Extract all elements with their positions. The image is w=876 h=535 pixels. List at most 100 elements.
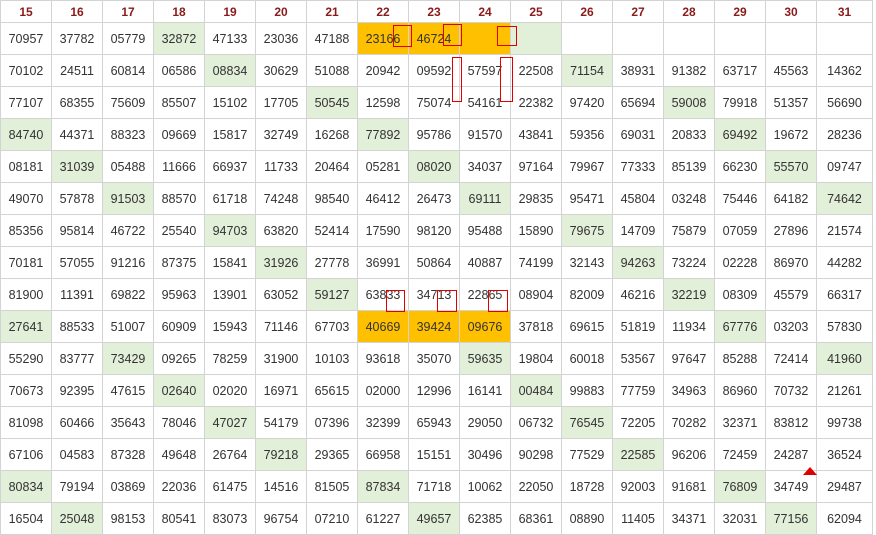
number-cell[interactable]: 88533 <box>51 310 103 343</box>
number-cell[interactable]: 39424 <box>408 310 460 343</box>
number-cell[interactable]: 85507 <box>153 86 205 119</box>
number-cell[interactable]: 98120 <box>408 214 460 247</box>
number-cell[interactable]: 20942 <box>357 54 409 87</box>
number-cell[interactable]: 38931 <box>612 54 664 87</box>
number-cell[interactable]: 30496 <box>459 438 511 471</box>
number-cell[interactable]: 56690 <box>816 86 873 119</box>
number-cell[interactable]: 79218 <box>255 438 307 471</box>
number-cell[interactable]: 91570 <box>459 118 511 151</box>
number-cell[interactable]: 20833 <box>663 118 715 151</box>
number-cell[interactable]: 65943 <box>408 406 460 439</box>
number-cell[interactable]: 19804 <box>510 342 562 375</box>
number-cell[interactable]: 02000 <box>357 374 409 407</box>
number-cell[interactable]: 24287 <box>765 438 817 471</box>
number-cell[interactable]: 94703 <box>204 214 256 247</box>
number-cell[interactable]: 32031 <box>714 502 766 535</box>
number-cell[interactable]: 51088 <box>306 54 358 87</box>
number-cell[interactable]: 52414 <box>306 214 358 247</box>
number-cell[interactable]: 47188 <box>306 22 358 55</box>
number-cell[interactable]: 45804 <box>612 182 664 215</box>
number-cell[interactable]: 82009 <box>561 278 613 311</box>
number-cell[interactable]: 76809 <box>714 470 766 503</box>
number-cell[interactable]: 51819 <box>612 310 664 343</box>
number-cell[interactable]: 08309 <box>714 278 766 311</box>
number-cell[interactable]: 75446 <box>714 182 766 215</box>
number-cell[interactable]: 57878 <box>51 182 103 215</box>
number-cell[interactable]: 77529 <box>561 438 613 471</box>
number-cell[interactable]: 51357 <box>765 86 817 119</box>
number-cell[interactable]: 34963 <box>663 374 715 407</box>
number-cell[interactable]: 34713 <box>408 278 460 311</box>
number-cell[interactable]: 05488 <box>102 150 154 183</box>
number-cell[interactable]: 63833 <box>357 278 409 311</box>
number-cell[interactable]: 14362 <box>816 54 873 87</box>
number-cell[interactable]: 69822 <box>102 278 154 311</box>
number-cell[interactable]: 96754 <box>255 502 307 535</box>
number-cell[interactable]: 09669 <box>153 118 205 151</box>
number-cell[interactable]: 36524 <box>816 438 873 471</box>
number-cell[interactable]: 72205 <box>612 406 664 439</box>
number-cell[interactable]: 15151 <box>408 438 460 471</box>
number-cell[interactable]: 91503 <box>102 182 154 215</box>
number-cell[interactable]: 14516 <box>255 470 307 503</box>
number-cell[interactable]: 84740 <box>0 118 52 151</box>
number-cell[interactable]: 28236 <box>816 118 873 151</box>
number-cell[interactable]: 50545 <box>306 86 358 119</box>
number-cell[interactable]: 94263 <box>612 246 664 279</box>
number-cell[interactable]: 34037 <box>459 150 511 183</box>
number-cell[interactable]: 31926 <box>255 246 307 279</box>
number-cell[interactable]: 75609 <box>102 86 154 119</box>
number-cell[interactable]: 97164 <box>510 150 562 183</box>
number-cell[interactable]: 37782 <box>51 22 103 55</box>
number-cell[interactable]: 22050 <box>510 470 562 503</box>
number-cell[interactable]: 21574 <box>816 214 873 247</box>
number-cell[interactable]: 74642 <box>816 182 873 215</box>
number-cell[interactable]: 78259 <box>204 342 256 375</box>
number-cell[interactable]: 29050 <box>459 406 511 439</box>
number-cell[interactable]: 53567 <box>612 342 664 375</box>
number-cell[interactable]: 16971 <box>255 374 307 407</box>
number-cell[interactable]: 40887 <box>459 246 511 279</box>
number-cell[interactable]: 32371 <box>714 406 766 439</box>
number-cell[interactable]: 59356 <box>561 118 613 151</box>
number-cell[interactable]: 63820 <box>255 214 307 247</box>
number-cell[interactable]: 06732 <box>510 406 562 439</box>
number-cell[interactable]: 15102 <box>204 86 256 119</box>
number-cell[interactable]: 86970 <box>765 246 817 279</box>
number-cell[interactable]: 32143 <box>561 246 613 279</box>
number-cell[interactable]: 29835 <box>510 182 562 215</box>
number-cell[interactable]: 06586 <box>153 54 205 87</box>
number-cell[interactable]: 47027 <box>204 406 256 439</box>
number-cell[interactable]: 07396 <box>306 406 358 439</box>
number-cell[interactable]: 57055 <box>51 246 103 279</box>
number-cell[interactable]: 36991 <box>357 246 409 279</box>
number-cell[interactable]: 91216 <box>102 246 154 279</box>
number-cell[interactable]: 87834 <box>357 470 409 503</box>
number-cell[interactable]: 83777 <box>51 342 103 375</box>
number-cell[interactable]: 72414 <box>765 342 817 375</box>
number-cell[interactable]: 07059 <box>714 214 766 247</box>
number-cell[interactable]: 98153 <box>102 502 154 535</box>
number-cell[interactable]: 64182 <box>765 182 817 215</box>
number-cell[interactable]: 08904 <box>510 278 562 311</box>
number-cell[interactable]: 86960 <box>714 374 766 407</box>
number-cell[interactable]: 95471 <box>561 182 613 215</box>
number-cell[interactable]: 29487 <box>816 470 873 503</box>
number-cell[interactable]: 26473 <box>408 182 460 215</box>
number-cell[interactable] <box>663 22 715 55</box>
number-cell[interactable]: 11405 <box>612 502 664 535</box>
number-cell[interactable]: 80834 <box>0 470 52 503</box>
number-cell[interactable]: 85139 <box>663 150 715 183</box>
number-cell[interactable]: 18728 <box>561 470 613 503</box>
number-cell[interactable]: 20464 <box>306 150 358 183</box>
number-cell[interactable]: 55570 <box>765 150 817 183</box>
number-cell[interactable]: 74199 <box>510 246 562 279</box>
number-cell[interactable]: 60909 <box>153 310 205 343</box>
number-cell[interactable]: 77107 <box>0 86 52 119</box>
number-cell[interactable]: 61718 <box>204 182 256 215</box>
number-cell[interactable]: 87375 <box>153 246 205 279</box>
number-cell[interactable]: 10062 <box>459 470 511 503</box>
number-cell[interactable]: 32219 <box>663 278 715 311</box>
number-cell[interactable]: 46412 <box>357 182 409 215</box>
number-cell[interactable]: 65615 <box>306 374 358 407</box>
